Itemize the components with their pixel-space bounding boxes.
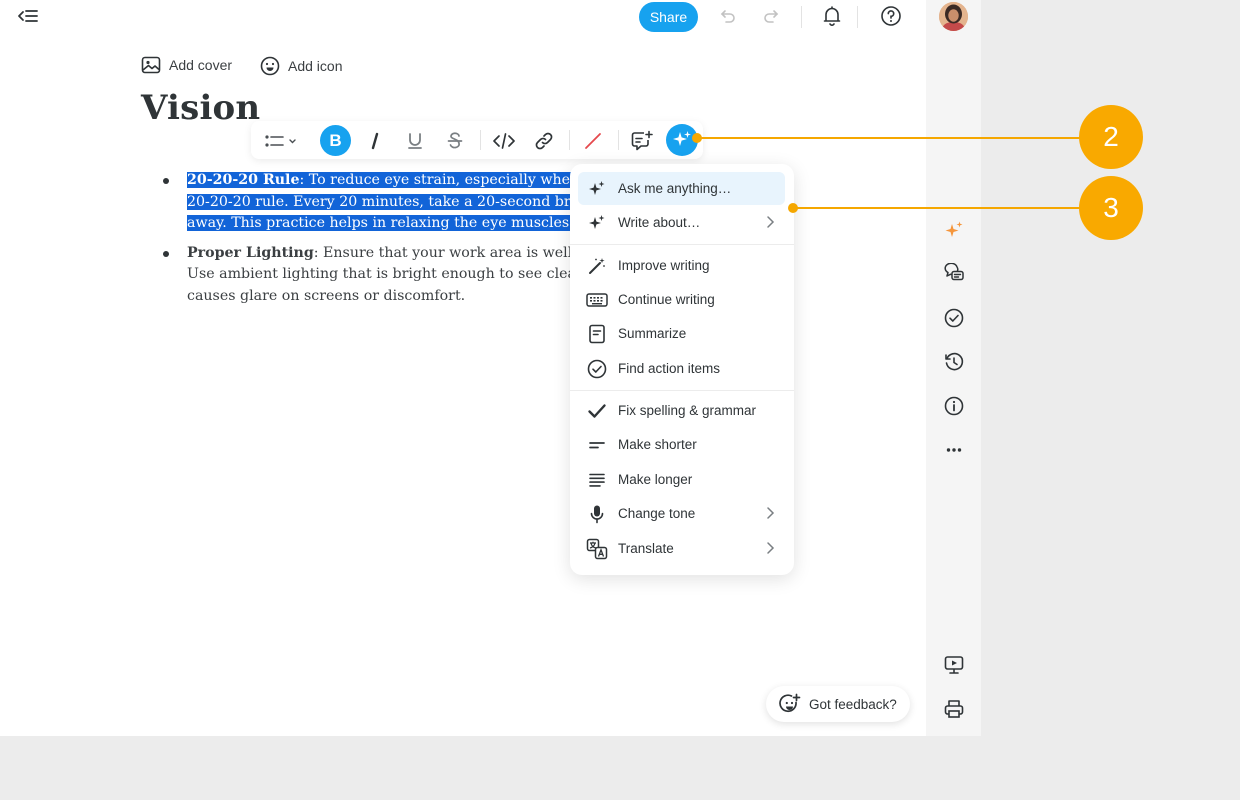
menu-item-change-tone[interactable]: Change tone: [578, 497, 785, 530]
add-icon-label: Add icon: [288, 58, 343, 74]
print-icon[interactable]: [942, 697, 966, 721]
menu-item-label: Make longer: [618, 472, 693, 487]
bullet-line: : To reduce eye strain, especially when …: [299, 172, 573, 188]
bell-icon[interactable]: [820, 4, 844, 28]
menu-item-label: Make shorter: [618, 437, 697, 452]
divider: [569, 130, 570, 150]
callout-badge-2: 2: [1079, 105, 1143, 169]
divider: [480, 130, 481, 150]
help-icon[interactable]: [879, 4, 903, 28]
divider: [570, 244, 794, 245]
add-cover-label: Add cover: [169, 57, 233, 73]
bullet-bold-term: 20-20-20 Rule: [187, 172, 300, 188]
chevron-right-icon: [767, 507, 775, 519]
share-button[interactable]: Share: [639, 2, 698, 32]
link-icon[interactable]: [531, 128, 557, 154]
tasks-check-icon[interactable]: [942, 306, 966, 330]
menu-item-label: Ask me anything…: [618, 181, 732, 196]
menu-item-label: Translate: [618, 541, 674, 556]
checkmark-icon: [588, 403, 606, 418]
sparkle-icon: [589, 180, 605, 195]
info-icon[interactable]: [942, 394, 966, 418]
magic-wand-icon: [589, 257, 605, 274]
keyboard-icon: [586, 292, 608, 307]
divider: [801, 6, 802, 28]
document-icon: [589, 324, 605, 343]
code-icon[interactable]: [491, 128, 517, 154]
page-title[interactable]: Vision: [141, 88, 260, 128]
menu-item-improve-writing[interactable]: Improve writing: [578, 249, 785, 282]
formatting-toolbar: B: [251, 121, 703, 159]
smiley-plus-icon: [779, 693, 801, 713]
bold-button[interactable]: B: [320, 125, 351, 156]
list-item[interactable]: 20-20-20 Rule: To reduce eye strain, esp…: [163, 170, 573, 235]
translate-icon: [586, 538, 608, 559]
menu-item-label: Change tone: [618, 506, 696, 521]
undo-icon[interactable]: [716, 4, 740, 28]
short-lines-icon: [589, 441, 605, 448]
sparkle-icon: [673, 131, 691, 146]
menu-item-summarize[interactable]: Summarize: [578, 317, 785, 350]
bullet-bold-term: Proper Lighting: [187, 244, 314, 261]
redo-icon[interactable]: [759, 4, 783, 28]
microphone-icon: [590, 505, 604, 523]
image-icon: [141, 56, 161, 74]
divider: [857, 6, 858, 28]
italic-icon[interactable]: [362, 128, 388, 154]
ai-menu: Ask me anything… Write about… Improve wr…: [570, 164, 794, 575]
menu-item-label: Summarize: [618, 326, 687, 341]
menu-item-make-shorter[interactable]: Make shorter: [578, 428, 785, 461]
menu-item-label: Write about…: [618, 215, 701, 230]
chevron-right-icon: [767, 216, 775, 228]
feedback-label: Got feedback?: [809, 696, 897, 712]
callout-dot: [692, 133, 702, 143]
check-circle-icon: [587, 359, 607, 378]
menu-item-label: Fix spelling & grammar: [618, 403, 757, 418]
menu-item-translate[interactable]: Translate: [578, 532, 785, 565]
menu-item-ask-anything[interactable]: Ask me anything…: [578, 172, 785, 205]
menu-item-make-longer[interactable]: Make longer: [578, 463, 785, 496]
menu-item-find-action-items[interactable]: Find action items: [578, 352, 785, 385]
menu-item-label: Improve writing: [618, 258, 710, 273]
collapse-sidebar-icon[interactable]: [17, 7, 39, 27]
bullet-line: 20-20-20 rule. Every 20 minutes, take a …: [187, 193, 573, 210]
ai-sparkle-icon[interactable]: [942, 218, 966, 242]
menu-item-write-about[interactable]: Write about…: [578, 206, 785, 239]
avatar[interactable]: [939, 2, 968, 31]
list-item[interactable]: Proper Lighting: Ensure that your work a…: [163, 243, 573, 308]
menu-item-label: Find action items: [618, 361, 721, 376]
add-cover-button[interactable]: Add cover: [141, 56, 232, 74]
add-comment-icon[interactable]: [629, 128, 655, 154]
callout-dot: [788, 203, 798, 213]
divider: [570, 390, 794, 391]
long-lines-icon: [589, 473, 605, 487]
smiley-icon: [260, 56, 280, 76]
list-style-icon[interactable]: [262, 128, 300, 154]
bullet-line: Use ambient lighting that is bright enou…: [187, 266, 573, 282]
underline-icon[interactable]: [402, 128, 428, 154]
text-color-icon[interactable]: [580, 128, 606, 154]
menu-item-fix-spelling[interactable]: Fix spelling & grammar: [578, 394, 785, 427]
sparkle-icon: [589, 214, 605, 229]
bullet-line: causes glare on screens or discomfort.: [187, 287, 466, 304]
add-icon-button[interactable]: Add icon: [260, 56, 342, 76]
presentation-icon[interactable]: [942, 653, 966, 677]
bullet-line: : Ensure that your work area is well-lit…: [313, 244, 573, 261]
callout-badge-3: 3: [1079, 176, 1143, 240]
bullet-line: away. This practice helps in relaxing th…: [187, 215, 573, 231]
menu-item-continue-writing[interactable]: Continue writing: [578, 283, 785, 316]
callout-line: [697, 137, 1081, 139]
app-window: Share Add cover Add icon Vision 20-20-20…: [0, 0, 981, 736]
menu-item-label: Continue writing: [618, 292, 715, 307]
feedback-button[interactable]: Got feedback?: [766, 686, 910, 722]
chevron-right-icon: [767, 542, 775, 554]
callout-line: [793, 207, 1081, 209]
divider: [618, 130, 619, 150]
strikethrough-icon[interactable]: [442, 128, 468, 154]
comments-icon[interactable]: [942, 262, 966, 286]
bullet-list: 20-20-20 Rule: To reduce eye strain, esp…: [163, 170, 573, 315]
history-icon[interactable]: [942, 350, 966, 374]
more-icon[interactable]: [942, 438, 966, 462]
